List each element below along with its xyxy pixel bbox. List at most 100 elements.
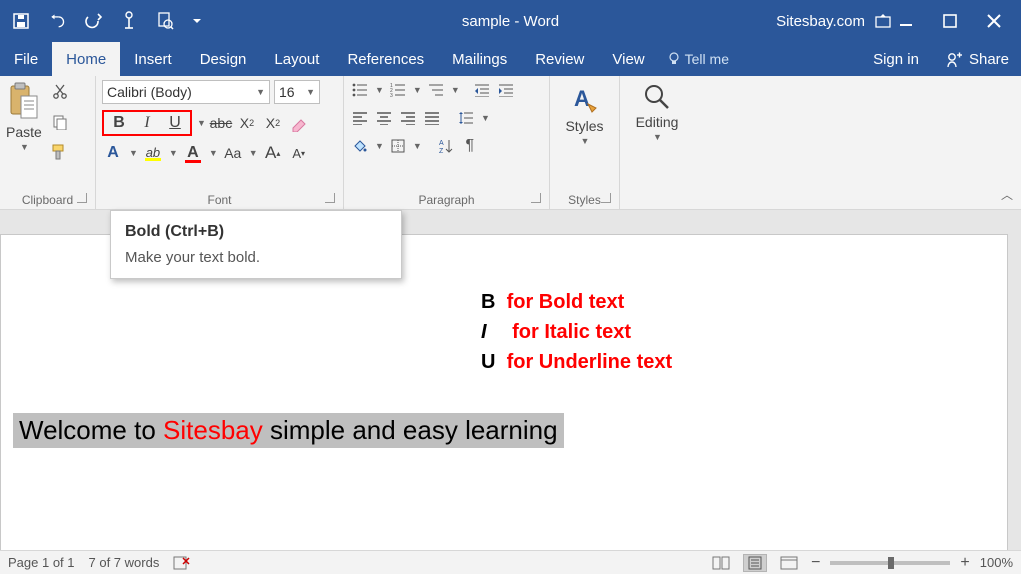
styles-label[interactable]: Styles (565, 118, 603, 134)
web-layout-button[interactable] (777, 554, 801, 572)
sign-in[interactable]: Sign in (859, 42, 933, 76)
legend-b-desc: for Bold text (507, 291, 625, 313)
tell-me[interactable]: Tell me (659, 42, 737, 76)
print-preview-icon[interactable] (156, 12, 174, 30)
zoom-out-button[interactable]: − (811, 554, 820, 572)
styles-dropdown-icon[interactable]: ▼ (581, 136, 590, 146)
text-effects-dropdown-icon[interactable]: ▼ (129, 148, 138, 158)
strikethrough-button[interactable]: abc (210, 112, 232, 134)
italic-button[interactable]: I (136, 112, 158, 134)
page[interactable]: B for Bold text I for Italic text U for … (0, 234, 1008, 550)
collapse-ribbon-icon[interactable]: ︿ (1001, 186, 1013, 203)
tab-review[interactable]: Review (521, 42, 598, 76)
increase-indent-button[interactable] (496, 80, 516, 100)
minimize-icon[interactable] (897, 12, 915, 30)
share-button[interactable]: Share (933, 42, 1021, 76)
line-highlight: Sitesbay (163, 415, 263, 445)
highlight-dropdown-icon[interactable]: ▼ (169, 148, 178, 158)
grow-font-button[interactable]: A▴ (262, 142, 284, 164)
change-case-dropdown-icon[interactable]: ▼ (249, 148, 258, 158)
font-launcher-icon[interactable] (325, 193, 335, 203)
tooltip-bold: Bold (Ctrl+B) Make your text bold. (110, 210, 402, 279)
change-case-button[interactable]: Aa (222, 142, 244, 164)
editing-label[interactable]: Editing (636, 114, 679, 130)
tooltip-title: Bold (Ctrl+B) (125, 223, 387, 241)
zoom-level[interactable]: 100% (980, 555, 1013, 570)
group-editing: Editing ▼ (620, 76, 694, 209)
bullets-dropdown-icon[interactable]: ▼ (375, 85, 384, 95)
font-size-combo[interactable]: 16▼ (274, 80, 320, 104)
highlight-button[interactable]: ab (142, 142, 164, 164)
borders-button[interactable] (388, 136, 408, 156)
tab-file[interactable]: File (0, 42, 52, 76)
qat-dropdown-icon[interactable] (192, 12, 202, 30)
group-font: Calibri (Body)▼ 16▼ B I U ▼ abc X2 X2 A ▼… (96, 76, 344, 209)
shading-dropdown-icon[interactable]: ▼ (375, 141, 384, 151)
underline-button[interactable]: U (164, 112, 186, 134)
format-painter-icon[interactable] (50, 142, 70, 162)
subscript-button[interactable]: X2 (236, 112, 258, 134)
print-layout-button[interactable] (743, 554, 767, 572)
zoom-slider[interactable] (830, 561, 950, 565)
save-icon[interactable] (12, 12, 30, 30)
font-name-combo[interactable]: Calibri (Body)▼ (102, 80, 270, 104)
cut-icon[interactable] (50, 82, 70, 102)
align-right-button[interactable] (398, 108, 418, 128)
svg-text:A: A (439, 140, 444, 147)
shrink-font-button[interactable]: A▾ (288, 142, 310, 164)
read-mode-button[interactable] (709, 554, 733, 572)
clear-formatting-icon[interactable] (288, 112, 310, 134)
numbering-button[interactable]: 123 (388, 80, 408, 100)
paste-dropdown-icon[interactable]: ▼ (20, 142, 29, 152)
justify-button[interactable] (422, 108, 442, 128)
tab-layout[interactable]: Layout (260, 42, 333, 76)
bold-button[interactable]: B (108, 112, 130, 134)
borders-dropdown-icon[interactable]: ▼ (413, 141, 422, 151)
tab-references[interactable]: References (333, 42, 438, 76)
superscript-button[interactable]: X2 (262, 112, 284, 134)
multilevel-list-button[interactable] (426, 80, 446, 100)
clipboard-launcher-icon[interactable] (77, 193, 87, 203)
styles-launcher-icon[interactable] (601, 193, 611, 203)
status-page[interactable]: Page 1 of 1 (8, 555, 75, 570)
line-spacing-dropdown-icon[interactable]: ▼ (481, 113, 490, 123)
paste-label[interactable]: Paste (6, 124, 42, 140)
tab-mailings[interactable]: Mailings (438, 42, 521, 76)
bullets-button[interactable] (350, 80, 370, 100)
editing-dropdown-icon[interactable]: ▼ (653, 132, 662, 142)
tab-home[interactable]: Home (52, 42, 120, 76)
numbering-dropdown-icon[interactable]: ▼ (413, 85, 422, 95)
tab-view[interactable]: View (598, 42, 658, 76)
multilevel-dropdown-icon[interactable]: ▼ (451, 85, 460, 95)
paragraph-launcher-icon[interactable] (531, 193, 541, 203)
proofing-icon[interactable] (173, 556, 191, 570)
align-left-button[interactable] (350, 108, 370, 128)
maximize-icon[interactable] (941, 12, 959, 30)
underline-dropdown-icon[interactable]: ▼ (197, 118, 206, 128)
line-spacing-button[interactable] (456, 108, 476, 128)
redo-icon[interactable] (84, 12, 102, 30)
decrease-indent-button[interactable] (472, 80, 492, 100)
sort-button[interactable]: AZ (436, 136, 456, 156)
copy-icon[interactable] (50, 112, 70, 132)
font-color-button[interactable]: A (182, 142, 204, 164)
text-effects-button[interactable]: A (102, 142, 124, 164)
show-hide-button[interactable]: ¶ (460, 136, 480, 156)
find-icon[interactable] (642, 82, 672, 112)
paste-icon[interactable] (7, 80, 41, 122)
font-color-dropdown-icon[interactable]: ▼ (209, 148, 218, 158)
font-group-label: Font (102, 191, 337, 207)
legend-u-desc: for Underline text (507, 351, 673, 373)
tab-insert[interactable]: Insert (120, 42, 186, 76)
touch-mode-icon[interactable] (120, 12, 138, 30)
zoom-in-button[interactable]: + (960, 554, 969, 572)
shading-button[interactable] (350, 136, 370, 156)
ribbon-display-options-icon[interactable] (875, 14, 891, 28)
undo-icon[interactable] (48, 12, 66, 30)
styles-icon[interactable]: A (568, 82, 602, 116)
close-icon[interactable] (985, 12, 1003, 30)
align-center-button[interactable] (374, 108, 394, 128)
selected-text[interactable]: Welcome to Sitesbay simple and easy lear… (13, 413, 564, 448)
tab-design[interactable]: Design (186, 42, 261, 76)
status-words[interactable]: 7 of 7 words (89, 555, 160, 570)
